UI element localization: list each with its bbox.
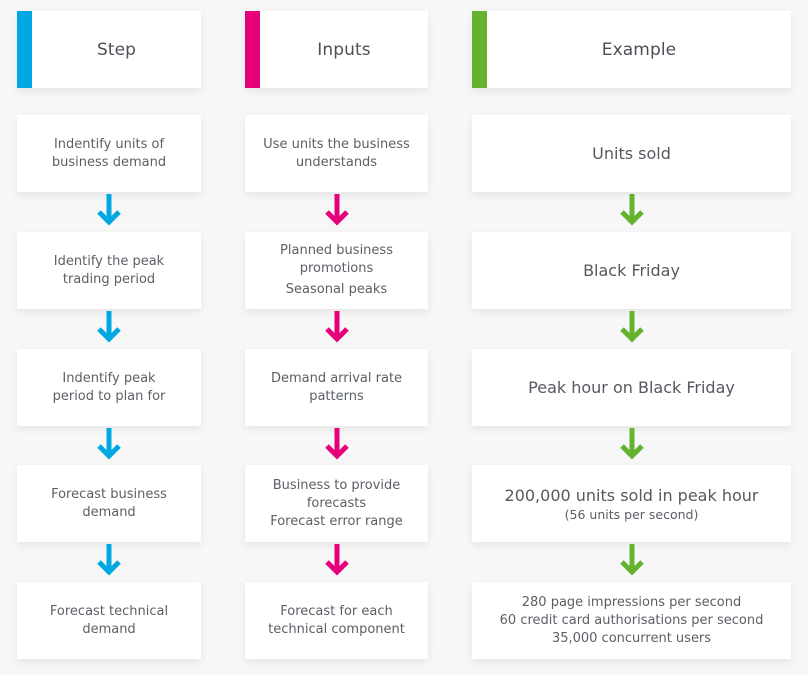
arrow-down-icon — [96, 309, 122, 343]
arrow-down-icon — [324, 192, 350, 226]
arrow-down-icon — [324, 542, 350, 576]
step-card-5: Forecast technical demand — [17, 582, 201, 659]
inputs-card-4-line-3: Forecast error range — [270, 513, 403, 529]
step-accent-bar — [17, 11, 32, 88]
step-card-2-line-2: trading period — [62, 271, 156, 287]
inputs-card-1-line-1: Use units the business — [263, 136, 410, 152]
arrow-down-icon — [619, 542, 645, 576]
example-card-5-line-2: 60 credit card authorisations per second — [499, 612, 764, 628]
example-card-3-line-1: Peak hour on Black Friday — [528, 377, 735, 397]
step-header: Step — [17, 11, 201, 88]
arrow-down-icon — [324, 426, 350, 460]
example-card-2-line-1: Black Friday — [583, 260, 680, 280]
example-card-1-line-1: Units sold — [592, 143, 671, 163]
step-card-4-line-1: Forecast business — [51, 486, 167, 502]
inputs-card-3-line-2: patterns — [309, 388, 364, 404]
step-card-4: Forecast business demand — [17, 465, 201, 542]
example-card-2: Black Friday — [472, 232, 791, 309]
arrow-down-icon — [96, 542, 122, 576]
step-card-1-line-1: Indentify units of — [53, 136, 165, 152]
inputs-card-4: Business to provide forecasts Forecast e… — [245, 465, 428, 542]
example-header: Example — [472, 11, 791, 88]
example-card-4-line-2: (56 units per second) — [564, 506, 699, 522]
example-card-1: Units sold — [472, 115, 791, 192]
inputs-header-title: Inputs — [317, 39, 371, 60]
arrow-down-icon — [324, 309, 350, 343]
example-card-4-line-1: 200,000 units sold in peak hour — [504, 485, 759, 505]
example-card-4: 200,000 units sold in peak hour (56 unit… — [472, 465, 791, 542]
example-card-5: 280 page impressions per second 60 credi… — [472, 582, 791, 659]
inputs-accent-bar — [245, 11, 260, 88]
inputs-card-3-line-1: Demand arrival rate — [270, 370, 403, 386]
step-card-2-line-1: Identify the peak — [53, 253, 165, 269]
inputs-header: Inputs — [245, 11, 428, 88]
step-card-3-line-2: period to plan for — [52, 388, 166, 404]
step-card-3: Indentify peak period to plan for — [17, 349, 201, 426]
inputs-card-2-line-2: promotions — [299, 261, 374, 276]
inputs-card-1: Use units the business understands — [245, 115, 428, 192]
inputs-card-4-line-1: Business to provide — [272, 477, 401, 493]
example-header-title: Example — [601, 39, 677, 60]
inputs-card-2-line-3: Seasonal peaks — [285, 282, 388, 297]
step-header-title: Step — [96, 39, 137, 60]
example-accent-bar — [472, 11, 487, 88]
inputs-card-1-line-2: understands — [295, 154, 378, 170]
arrow-down-icon — [96, 192, 122, 226]
step-card-1-line-2: business demand — [51, 154, 167, 170]
inputs-card-2-line-1: Planned business — [280, 243, 393, 258]
step-card-5-line-2: demand — [82, 621, 136, 637]
step-card-4-line-2: demand — [82, 504, 136, 520]
step-card-2: Identify the peak trading period — [17, 232, 201, 309]
inputs-card-5-line-2: technical component — [268, 621, 405, 637]
example-card-3: Peak hour on Black Friday — [472, 349, 791, 426]
inputs-card-2: Planned business promotions Seasonal pea… — [245, 232, 428, 309]
step-card-5-line-1: Forecast technical — [49, 603, 169, 619]
arrow-down-icon — [619, 309, 645, 343]
inputs-card-4-line-2: forecasts — [306, 495, 367, 511]
example-card-5-line-3: 35,000 concurrent users — [551, 630, 712, 646]
step-card-1: Indentify units of business demand — [17, 115, 201, 192]
inputs-card-5-line-1: Forecast for each — [280, 603, 393, 619]
step-card-3-line-1: Indentify peak — [62, 370, 156, 386]
inputs-card-5: Forecast for each technical component — [245, 582, 428, 659]
example-card-5-line-1: 280 page impressions per second — [521, 594, 742, 610]
arrow-down-icon — [619, 192, 645, 226]
arrow-down-icon — [619, 426, 645, 460]
arrow-down-icon — [96, 426, 122, 460]
inputs-card-3: Demand arrival rate patterns — [245, 349, 428, 426]
